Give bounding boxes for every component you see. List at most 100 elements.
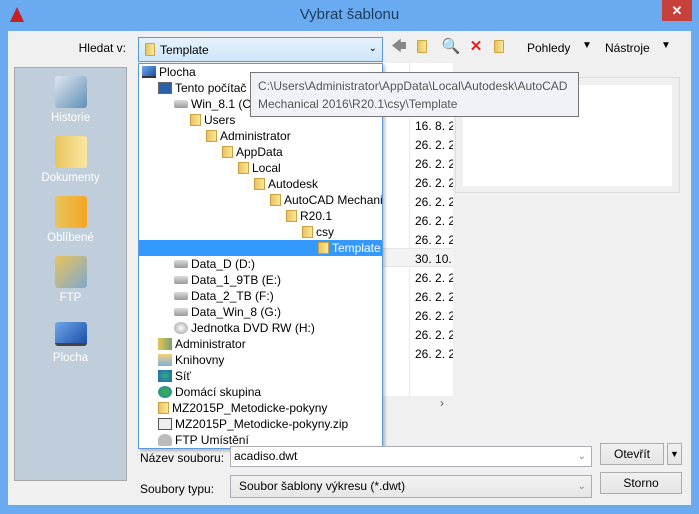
dropdown-item-label: Administrator [175, 337, 246, 351]
dropdown-item-label: Tento počítač [175, 81, 247, 95]
look-in-combo[interactable]: Template ⌄ [138, 37, 383, 62]
tooltip-line: C:\Users\Administrator\AppData\Local\Aut… [258, 79, 568, 93]
file-date: 26. 2. 2 [415, 309, 453, 323]
place-desktop[interactable]: Plocha [15, 316, 126, 364]
dropdown-item-label: MZ2015P_Metodicke-pokyny [172, 401, 328, 415]
dropdown-item-label: MZ2015P_Metodicke-pokyny.zip [175, 417, 349, 431]
tooltip-line: Mechanical 2016\R20.1\csy\Template [258, 97, 458, 111]
folder-icon [254, 178, 265, 190]
chevron-down-icon: ⌄ [368, 43, 377, 54]
drive-icon [174, 276, 188, 284]
delete-icon[interactable]: ✕ [465, 37, 487, 59]
dropdown-item[interactable]: Data_2_TB (F:) [139, 288, 382, 304]
place-label: Historie [51, 112, 90, 124]
folder-icon [270, 194, 281, 206]
dropdown-item[interactable]: Jednotka DVD RW (H:) [139, 320, 382, 336]
dropdown-item[interactable]: Data_D (D:) [139, 256, 382, 272]
up-folder-icon[interactable] [413, 37, 435, 59]
cancel-button[interactable]: Storno [600, 472, 682, 494]
filetype-value: Soubor šablony výkresu (*.dwt) [239, 479, 406, 493]
dropdown-item-label: Data_D (D:) [191, 257, 256, 271]
file-date: 26. 2. 2 [415, 347, 453, 361]
dropdown-item[interactable]: Data_Win_8 (G:) [139, 304, 382, 320]
open-button[interactable]: Otevřít [600, 443, 664, 465]
dropdown-item[interactable]: MZ2015P_Metodicke-pokyny.zip [139, 416, 382, 432]
dropdown-item-label: Knihovny [175, 353, 225, 367]
dropdown-item[interactable]: csy [139, 224, 382, 240]
drive-icon [174, 308, 188, 316]
place-history[interactable]: Historie [15, 76, 126, 124]
network-icon [158, 370, 172, 382]
dropdown-item[interactable]: Administrator [139, 128, 382, 144]
folder-icon [190, 114, 201, 126]
drive-icon [174, 260, 188, 268]
filetype-select[interactable]: Soubor šablony výkresu (*.dwt) ⌄ [230, 475, 592, 498]
file-date: 26. 2. 2 [415, 195, 453, 209]
views-dropdown-icon[interactable]: ▼ [582, 40, 592, 51]
dropdown-item[interactable]: Data_1_9TB (E:) [139, 272, 382, 288]
file-date: 26. 2. 2 [415, 214, 453, 228]
dropdown-item[interactable]: Administrator [139, 336, 382, 352]
dropdown-item[interactable]: Local [139, 160, 382, 176]
look-in-value: Template [160, 43, 209, 57]
file-date: 26. 2. 2 [415, 290, 453, 304]
back-icon[interactable]: 🡄 [388, 37, 410, 59]
folder-icon [158, 402, 169, 414]
folder-icon [318, 242, 329, 254]
computer-icon [158, 82, 172, 94]
file-date: 26. 2. 2 [415, 271, 453, 285]
tools-dropdown-icon[interactable]: ▼ [661, 40, 671, 51]
file-date: 26. 2. 2 [415, 233, 453, 247]
dropdown-item-label: Users [204, 113, 236, 127]
filename-label: Název souboru: [140, 451, 225, 465]
places-sidebar: Historie Dokumenty Oblíbené FTP Plocha [14, 67, 127, 481]
dropdown-item[interactable]: R20.1 [139, 208, 382, 224]
place-ftp[interactable]: FTP [15, 256, 126, 304]
folder-icon [286, 210, 297, 222]
dropdown-item-label: AutoCAD Mechanical 2016 [284, 193, 382, 207]
tools-menu[interactable]: Nástroje [605, 41, 650, 55]
place-label: Plocha [52, 352, 89, 364]
scroll-right-icon[interactable]: › [440, 396, 444, 410]
dvd-icon [174, 322, 188, 334]
dropdown-item[interactable]: AutoCAD Mechanical 2016 [139, 192, 382, 208]
dropdown-item[interactable]: Síť [139, 368, 382, 384]
views-menu[interactable]: Pohledy [527, 41, 570, 55]
file-date: 30. 10. [415, 252, 452, 266]
dropdown-item[interactable]: Knihovny [139, 352, 382, 368]
dropdown-item-label: FTP Umístění [175, 433, 249, 447]
chevron-down-icon: ⌄ [577, 481, 586, 492]
title-bar: Vybrat šablonu ✕ [0, 0, 699, 31]
dropdown-item[interactable]: Autodesk [139, 176, 382, 192]
dropdown-item[interactable]: AppData [139, 144, 382, 160]
dropdown-item-label: Domácí skupina [175, 385, 262, 399]
file-date: 26. 2. 2 [415, 157, 453, 171]
look-in-dropdown-list[interactable]: Plocha Tento počítač Win_8.1 (C:) Users Admi… [138, 63, 383, 449]
dropdown-item-label: Síť [175, 369, 191, 383]
folder-icon [145, 43, 155, 56]
dropdown-item-label: Autodesk [268, 177, 319, 191]
filename-input[interactable]: acadiso.dwt ⌄ [230, 446, 592, 467]
desktop-icon [142, 66, 156, 78]
folder-icon [206, 130, 217, 142]
place-label: Oblíbené [47, 232, 94, 244]
file-date: 26. 2. 2 [415, 176, 453, 190]
dropdown-item-label: R20.1 [300, 209, 333, 223]
place-documents[interactable]: Dokumenty [15, 136, 126, 184]
open-options-button[interactable]: ▼ [667, 443, 682, 465]
search-web-icon[interactable]: 🔍 [440, 37, 462, 59]
user-folder-icon [158, 338, 172, 350]
history-icon [54, 76, 87, 108]
close-button[interactable]: ✕ [662, 0, 692, 21]
dropdown-item-label: Jednotka DVD RW (H:) [191, 321, 315, 335]
dropdown-item-label: csy [316, 225, 334, 239]
chevron-down-icon[interactable]: ⌄ [578, 447, 586, 466]
dropdown-item[interactable]: Domácí skupina [139, 384, 382, 400]
place-favorites[interactable]: Oblíbené [15, 196, 126, 244]
dropdown-item[interactable]: Template [139, 240, 382, 256]
path-tooltip: C:\Users\Administrator\AppData\Local\Aut… [250, 72, 579, 117]
window-title: Vybrat šablonu [299, 6, 400, 23]
new-folder-icon[interactable] [490, 37, 512, 59]
dropdown-item[interactable]: MZ2015P_Metodicke-pokyny [139, 400, 382, 416]
zip-icon [158, 418, 172, 430]
